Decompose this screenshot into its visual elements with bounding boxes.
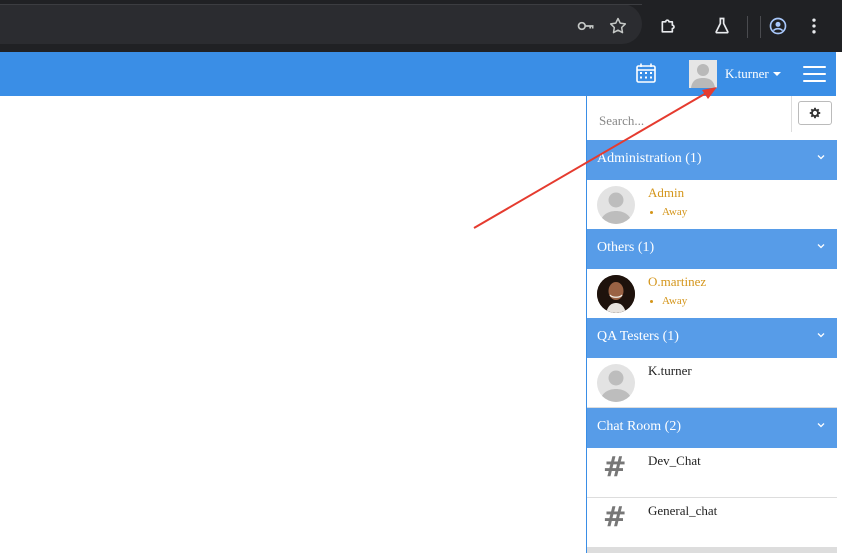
user-menu-name[interactable]: K.turner [725, 66, 769, 82]
group-title: Administration (1) [597, 151, 702, 166]
contact-item[interactable]: O.martinez Away [587, 269, 837, 319]
chat-sidebar: Administration (1) Admin Away Others (1)… [586, 96, 837, 553]
search-input[interactable] [587, 96, 792, 132]
chevron-down-icon [817, 333, 825, 338]
toolbar-divider [747, 16, 748, 38]
extensions-icon[interactable] [657, 14, 681, 38]
profile-icon[interactable] [766, 14, 790, 38]
menu-dots-icon[interactable] [802, 14, 826, 38]
star-icon[interactable] [606, 14, 630, 38]
search-row [587, 96, 837, 140]
contact-name: K.turner [648, 363, 692, 378]
chevron-down-icon [817, 155, 825, 160]
channel-item[interactable]: # General_chat [587, 498, 837, 548]
labs-icon[interactable] [710, 14, 734, 38]
gear-icon [809, 107, 821, 119]
chevron-down-icon [817, 244, 825, 249]
avatar [597, 275, 635, 313]
key-icon[interactable] [574, 14, 598, 38]
group-title: Chat Room (2) [597, 419, 681, 434]
group-header-others[interactable]: Others (1) [587, 229, 837, 269]
user-avatar[interactable] [689, 60, 717, 88]
group-header-qa-testers[interactable]: QA Testers (1) [587, 318, 837, 358]
contact-status: Away [662, 206, 688, 218]
contact-name: Admin [648, 185, 685, 200]
hamburger-menu-icon[interactable] [803, 66, 826, 82]
contact-item[interactable]: K.turner [587, 358, 837, 408]
status-dot [650, 300, 653, 303]
chevron-down-icon [817, 423, 825, 428]
app-header: K.turner [0, 52, 836, 96]
caret-down-icon[interactable] [773, 72, 781, 76]
status-dot [650, 211, 653, 214]
channel-name: Dev_Chat [648, 453, 701, 468]
contact-item[interactable]: Admin Away [587, 180, 837, 230]
settings-button[interactable] [798, 101, 832, 125]
group-header-chat-room[interactable]: Chat Room (2) [587, 408, 837, 448]
hash-icon: # [603, 450, 627, 483]
browser-toolbar [0, 0, 842, 52]
calendar-icon[interactable] [635, 62, 657, 84]
avatar [597, 364, 635, 402]
panel-footer [587, 548, 837, 553]
contact-status: Away [662, 295, 688, 307]
address-bar[interactable] [0, 4, 642, 44]
channel-item[interactable]: # Dev_Chat [587, 448, 837, 498]
channel-name: General_chat [648, 503, 718, 518]
group-header-administration[interactable]: Administration (1) [587, 140, 837, 180]
hash-icon: # [603, 500, 627, 533]
contact-name: O.martinez [648, 274, 707, 289]
group-title: QA Testers (1) [597, 329, 679, 344]
avatar [597, 186, 635, 224]
group-title: Others (1) [597, 240, 655, 255]
toolbar-divider [760, 16, 761, 38]
